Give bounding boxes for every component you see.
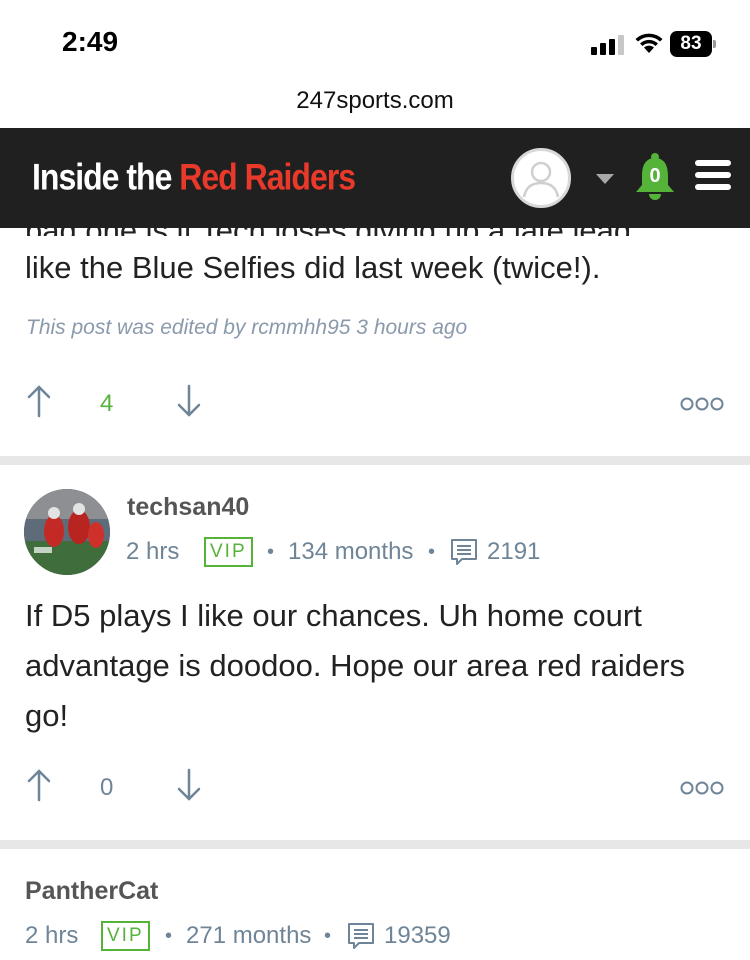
- post-2-post-count: 2191: [487, 538, 541, 565]
- wifi-icon: [635, 33, 663, 53]
- post-3-username[interactable]: PantherCat: [25, 877, 158, 906]
- post-2-vote-count: 0: [100, 774, 114, 801]
- notifications-bell-button[interactable]: 0: [633, 152, 677, 202]
- vip-badge: VIP: [101, 921, 150, 951]
- post-divider: [0, 840, 750, 849]
- arrow-up-icon[interactable]: [26, 768, 52, 802]
- comment-icon: [451, 539, 477, 565]
- url-bar[interactable]: 247sports.com: [0, 80, 750, 128]
- logo-text-part1: Inside the: [32, 156, 180, 198]
- user-silhouette-icon: [522, 161, 560, 198]
- post-1-vote-row: 4: [0, 384, 750, 428]
- post-2-tenure: 134 months: [288, 538, 414, 565]
- menu-icon[interactable]: [695, 160, 731, 190]
- post-1-body: like the Blue Selfies did last week (twi…: [25, 250, 601, 285]
- status-bar: 2:49 83: [0, 0, 750, 80]
- post-2-meta: 2 hrs VIP • 134 months • 2191: [126, 535, 726, 569]
- post-2-body: If D5 plays I like our chances. Uh home …: [25, 598, 686, 733]
- post-3-time: 2 hrs: [25, 922, 79, 949]
- avatar-photo: [24, 489, 110, 575]
- post-divider: [0, 456, 750, 465]
- notification-count: 0: [649, 165, 661, 187]
- battery-icon: 83: [670, 31, 716, 57]
- site-header: Inside the Red Raiders 0: [0, 128, 750, 228]
- arrow-down-icon[interactable]: [176, 384, 202, 418]
- post-2-time: 2 hrs: [126, 538, 180, 565]
- separator-dot: •: [324, 925, 332, 947]
- cellular-signal-icon: [591, 33, 627, 55]
- post-1-edited-note: This post was edited by rcmmhh95 3 hours…: [26, 316, 468, 339]
- post-2-vote-row: 0: [0, 768, 750, 812]
- battery-level: 83: [670, 31, 712, 57]
- separator-dot: •: [165, 925, 173, 947]
- logo-text-part2: Red Raiders: [179, 156, 356, 198]
- site-logo[interactable]: Inside the Red Raiders: [32, 156, 356, 199]
- post-1-vote-count: 4: [100, 390, 114, 417]
- separator-dot: •: [428, 541, 436, 563]
- post-1-cut-line: bad one is if Tech loses giving up a lat…: [25, 228, 725, 236]
- post-3-post-count: 19359: [384, 922, 451, 949]
- post-3-tenure: 271 months: [186, 922, 312, 949]
- arrow-down-icon[interactable]: [176, 768, 202, 802]
- more-options-icon[interactable]: [680, 396, 724, 412]
- separator-dot: •: [267, 541, 275, 563]
- avatar[interactable]: [24, 489, 110, 575]
- chevron-down-icon[interactable]: [596, 174, 614, 184]
- status-time: 2:49: [62, 26, 119, 57]
- user-avatar-button[interactable]: [511, 148, 571, 208]
- post-3-meta: 2 hrs VIP • 271 months • 19359: [25, 919, 725, 953]
- vip-badge: VIP: [204, 537, 253, 567]
- more-options-icon[interactable]: [680, 780, 724, 796]
- post-2-username[interactable]: techsan40: [127, 493, 249, 522]
- arrow-up-icon[interactable]: [26, 384, 52, 418]
- comment-icon: [348, 923, 374, 949]
